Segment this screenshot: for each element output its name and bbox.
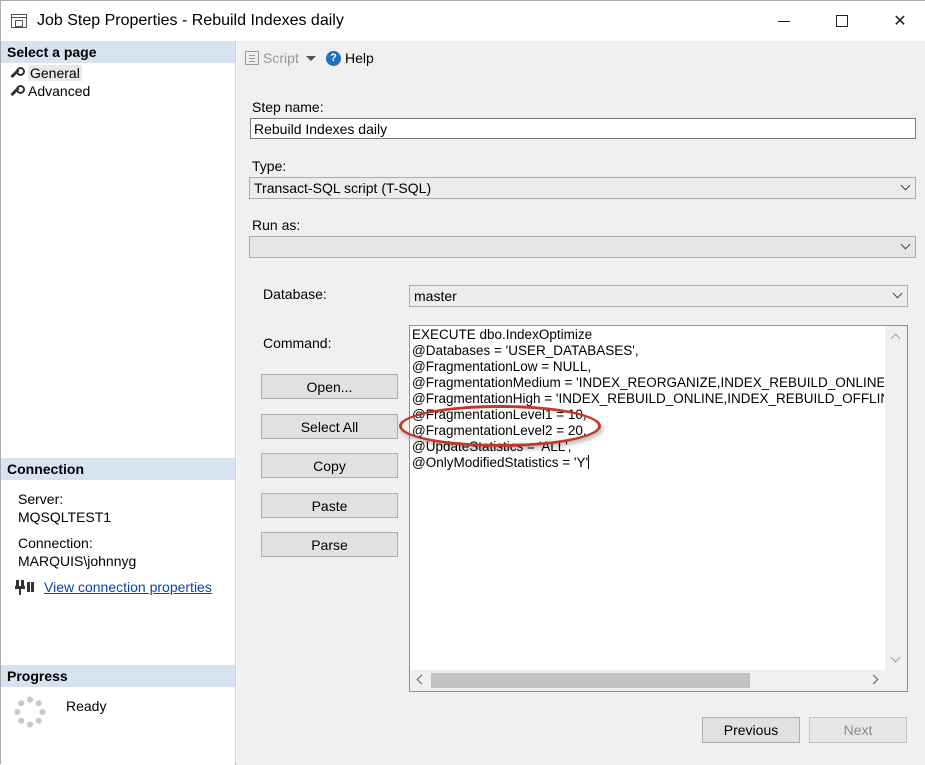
command-line: @FragmentationMedium = 'INDEX_REORGANIZE… (412, 375, 884, 390)
scroll-up-icon[interactable] (890, 333, 901, 344)
type-select-value: Transact-SQL script (T-SQL) (254, 180, 432, 196)
server-label: Server: (18, 491, 64, 507)
close-button[interactable]: ✕ (877, 1, 923, 41)
script-dropdown-icon[interactable] (306, 56, 316, 61)
command-editor[interactable]: EXECUTE dbo.IndexOptimize @Databases = '… (409, 325, 908, 692)
select-page-header: Select a page (1, 41, 235, 63)
server-value: MQSQLTEST1 (18, 509, 112, 525)
page-item-label: General (28, 65, 82, 81)
chevron-down-icon (892, 288, 903, 299)
page-item-advanced[interactable]: Advanced (9, 82, 90, 100)
command-line: @OnlyModifiedStatistics = 'Y' (412, 455, 589, 470)
command-line: @FragmentationLow = NULL, (412, 359, 592, 374)
progress-header: Progress (1, 665, 235, 687)
scroll-right-icon[interactable] (868, 674, 879, 685)
job-step-properties-window: Job Step Properties - Rebuild Indexes da… (0, 0, 925, 765)
step-name-label: Step name: (252, 99, 324, 115)
help-icon[interactable]: ? (326, 51, 341, 66)
left-pane: Select a page General Advanced Connectio… (1, 41, 236, 765)
title-bar: Job Step Properties - Rebuild Indexes da… (1, 1, 925, 41)
maximize-icon (836, 15, 848, 27)
page-item-label: Advanced (28, 83, 91, 99)
text-caret (588, 455, 590, 469)
highlight-annotation-ellipse (399, 405, 601, 447)
page-item-general[interactable]: General (9, 64, 82, 82)
wrench-icon (9, 66, 25, 80)
window-title: Job Step Properties - Rebuild Indexes da… (37, 12, 344, 29)
minimize-icon (778, 20, 790, 22)
chevron-down-icon (900, 239, 911, 250)
horizontal-scroll-thumb[interactable] (431, 673, 750, 688)
right-pane: Script ? Help Step name: Rebuild Indexes… (237, 41, 925, 765)
script-icon (245, 51, 259, 65)
scroll-down-icon[interactable] (890, 652, 901, 663)
type-select[interactable]: Transact-SQL script (T-SQL) (249, 177, 916, 199)
maximize-button[interactable] (819, 1, 865, 41)
database-select[interactable]: master (409, 285, 908, 307)
connection-value: MARQUIS\johnnyg (18, 553, 137, 569)
view-connection-properties-link[interactable]: View connection properties (44, 579, 212, 595)
step-name-input[interactable]: Rebuild Indexes daily (250, 118, 916, 139)
script-button[interactable]: Script (263, 50, 299, 66)
toolbar: Script ? Help (237, 41, 925, 77)
run-as-select[interactable] (249, 236, 916, 258)
help-button[interactable]: Help (345, 50, 374, 66)
command-line: @Databases = 'USER_DATABASES', (412, 343, 639, 358)
horizontal-scrollbar[interactable] (410, 670, 907, 691)
vertical-scrollbar[interactable] (885, 326, 907, 670)
database-select-value: master (414, 288, 457, 304)
previous-button[interactable]: Previous (702, 717, 800, 743)
chevron-down-icon (900, 180, 911, 191)
close-icon: ✕ (893, 13, 907, 30)
command-label: Command: (263, 335, 332, 351)
type-label: Type: (252, 158, 287, 174)
paste-button[interactable]: Paste (261, 493, 398, 518)
run-as-label: Run as: (252, 217, 301, 233)
connection-label: Connection: (18, 535, 93, 551)
app-window-icon (11, 14, 27, 28)
command-line: EXECUTE dbo.IndexOptimize (412, 327, 593, 342)
progress-status: Ready (66, 698, 107, 714)
database-label: Database: (263, 286, 327, 302)
minimize-button[interactable] (761, 1, 807, 41)
connection-header: Connection (1, 458, 235, 480)
connection-properties-icon (15, 580, 34, 595)
command-line: @FragmentationHigh = 'INDEX_REBUILD_ONLI… (412, 391, 884, 406)
select-all-button[interactable]: Select All (261, 414, 398, 439)
command-text[interactable]: EXECUTE dbo.IndexOptimize @Databases = '… (412, 327, 884, 667)
parse-button[interactable]: Parse (261, 532, 398, 557)
open-button[interactable]: Open... (261, 374, 398, 399)
next-button[interactable]: Next (809, 717, 907, 743)
wrench-icon (9, 84, 25, 98)
scroll-left-icon[interactable] (416, 674, 427, 685)
progress-spinner-icon (14, 696, 46, 728)
copy-button[interactable]: Copy (261, 453, 398, 478)
